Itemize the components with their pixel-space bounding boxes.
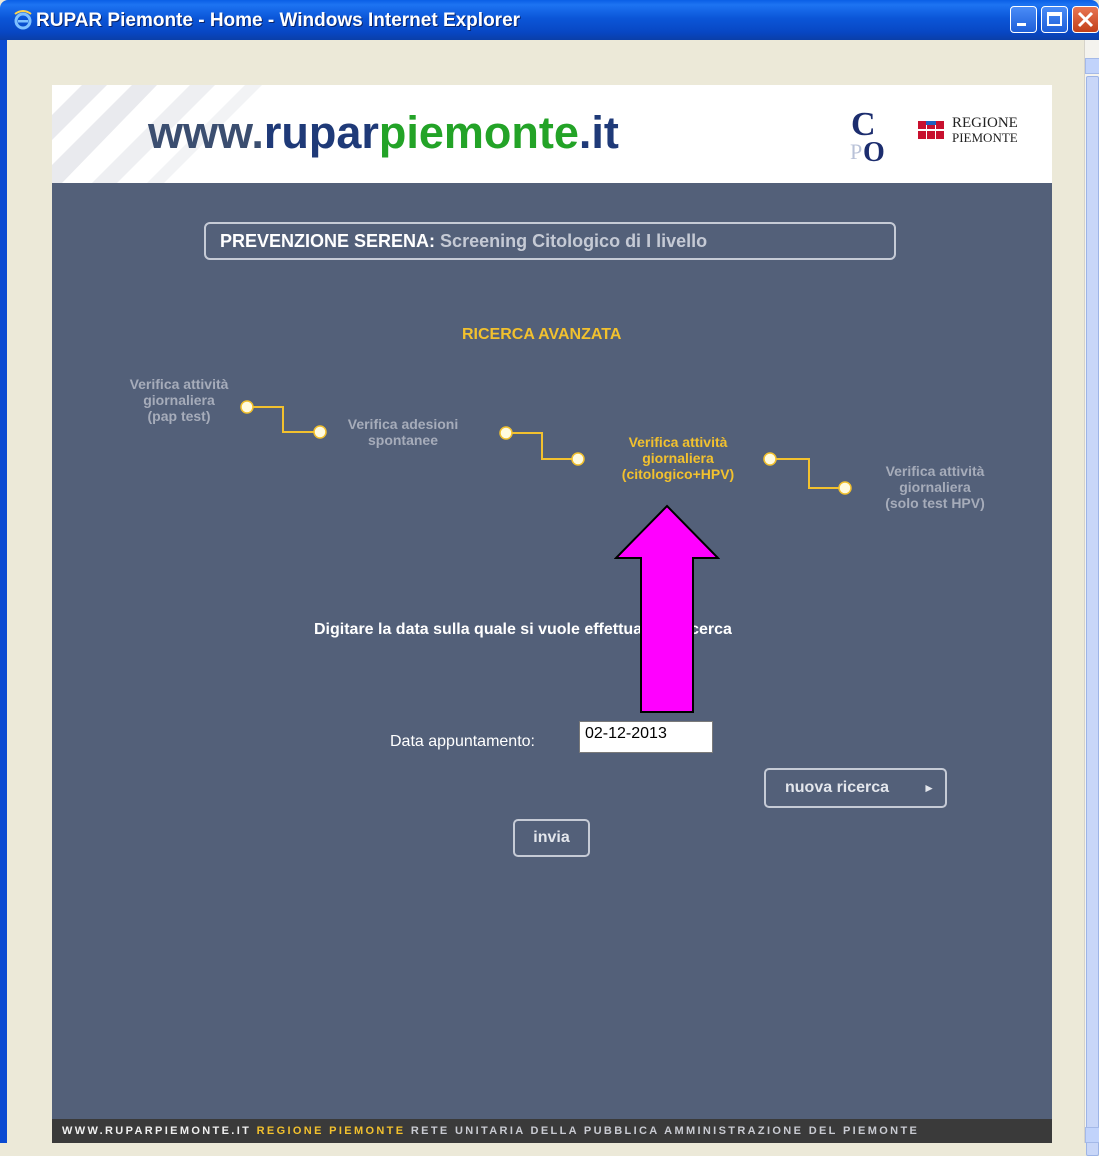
submit-button[interactable]: invia <box>513 819 590 857</box>
step-verifica-pap-test[interactable]: Verifica attività giornaliera (pap test) <box>100 376 258 424</box>
step-verifica-adesioni-spontanee[interactable]: Verifica adesioni spontanee <box>328 416 478 448</box>
step-4-line1: Verifica attività <box>885 463 985 479</box>
new-search-button[interactable]: nuova ricerca ► <box>764 768 947 808</box>
window-frame-left <box>0 40 7 1143</box>
step-1-end-dot <box>313 425 327 439</box>
new-search-label: nuova ricerca <box>785 779 890 796</box>
step-3-line3: (citologico+HPV) <box>621 466 735 482</box>
annotation-arrow-icon <box>614 504 720 713</box>
site-footer: WWW.RUPARPIEMONTE.IT REGIONE PIEMONTE RE… <box>52 1119 1052 1143</box>
scroll-thumb[interactable] <box>1086 76 1099 1156</box>
window-title: RUPAR Piemonte - Home - Windows Internet… <box>36 10 521 31</box>
date-label: Data appuntamento: <box>390 733 535 750</box>
vertical-scrollbar[interactable] <box>1084 40 1099 1156</box>
minimize-icon <box>1017 23 1026 26</box>
close-button[interactable] <box>1072 6 1099 33</box>
maximize-button[interactable] <box>1041 6 1068 33</box>
step-verifica-solo-test-hpv[interactable]: Verifica attività giornaliera (solo test… <box>856 463 1014 511</box>
close-icon <box>1077 11 1094 28</box>
step-2-end-dot <box>571 452 585 466</box>
scroll-down-button[interactable] <box>1085 1127 1099 1143</box>
step-1-line2: giornaliera <box>143 392 215 408</box>
step-3-line2: giornaliera <box>642 450 714 466</box>
play-arrow-icon: ► <box>923 781 935 795</box>
page-container: www.ruparpiemonte.it C P O REGIONE PIEMO… <box>52 85 1052 1143</box>
step-2-line1: Verifica adesioni <box>347 416 459 432</box>
step-3-end-dot <box>838 481 852 495</box>
date-input[interactable]: 02-12-2013 <box>579 721 713 753</box>
footer-region: REGIONE PIEMONTE <box>256 1125 406 1137</box>
step-1-line3: (pap test) <box>147 408 211 424</box>
step-3-start-dot <box>763 452 777 466</box>
maximize-icon <box>1047 12 1062 26</box>
step-1-line1: Verifica attività <box>129 376 229 392</box>
footer-network: RETE UNITARIA DELLA PUBBLICA AMMINISTRAZ… <box>410 1125 920 1137</box>
step-connectors <box>240 400 852 495</box>
step-4-line2: giornaliera <box>899 479 971 495</box>
scroll-up-button[interactable] <box>1085 58 1099 74</box>
window-titlebar: RUPAR Piemonte - Home - Windows Internet… <box>0 0 1099 40</box>
step-4-line3: (solo test HPV) <box>885 495 985 511</box>
minimize-button[interactable] <box>1010 6 1037 33</box>
footer-text: WWW.RUPARPIEMONTE.IT REGIONE PIEMONTE RE… <box>62 1125 919 1137</box>
step-verifica-citologico-hpv[interactable]: Verifica attività giornaliera (citologic… <box>592 434 764 482</box>
internet-explorer-icon <box>14 10 32 30</box>
step-2-line2: spontanee <box>367 432 438 448</box>
step-3-line1: Verifica attività <box>628 434 728 450</box>
footer-site: WWW.RUPARPIEMONTE.IT <box>62 1125 252 1137</box>
step-2-start-dot <box>499 426 513 440</box>
